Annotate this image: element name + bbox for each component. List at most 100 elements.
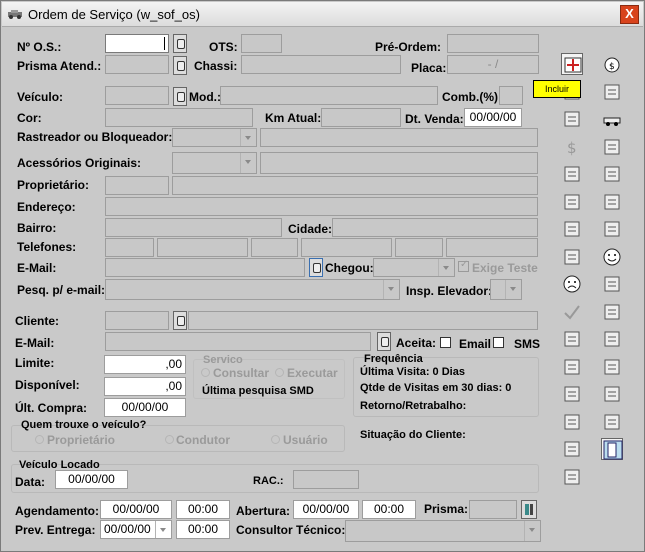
printed-doc-icon[interactable] xyxy=(601,328,623,350)
copy-pages-icon[interactable] xyxy=(601,81,623,103)
telefone-1[interactable] xyxy=(105,238,154,257)
prev-entrega-time[interactable]: 00:00 xyxy=(176,520,230,539)
nos-input[interactable] xyxy=(105,34,169,53)
data-locado-input[interactable]: 00/00/00 xyxy=(55,470,128,489)
email-opt-label: Email xyxy=(459,337,492,351)
factory-icon[interactable] xyxy=(561,218,583,240)
cidade-input[interactable] xyxy=(332,218,538,237)
document-search-icon[interactable] xyxy=(561,108,583,130)
sad-face-icon[interactable] xyxy=(561,273,583,295)
ult-compra-input[interactable]: 00/00/00 xyxy=(104,398,186,417)
proprietario-code[interactable] xyxy=(105,176,169,195)
dt-venda-input[interactable]: 00/00/00 xyxy=(464,108,522,127)
cliente-code[interactable] xyxy=(105,311,169,330)
proprietario-name[interactable] xyxy=(172,176,538,195)
rastreador-label: Rastreador ou Bloqueador: xyxy=(17,130,173,144)
abertura-time[interactable]: 00:00 xyxy=(362,500,416,519)
veiculo-search-button[interactable] xyxy=(173,87,187,106)
veiculo-input[interactable] xyxy=(105,86,169,105)
aceita-sms-checkbox[interactable] xyxy=(493,337,504,348)
printer-icon[interactable] xyxy=(561,356,583,378)
rastreador-select[interactable] xyxy=(172,128,257,147)
pre-ordem-input[interactable] xyxy=(447,34,539,53)
disponivel-input[interactable]: ,00 xyxy=(104,377,186,396)
agendamento-time[interactable]: 00:00 xyxy=(176,500,230,519)
usuario-radio[interactable] xyxy=(271,435,280,444)
insp-elevador-select[interactable] xyxy=(490,279,522,300)
consultar-radio[interactable] xyxy=(201,368,210,377)
email2-search-button[interactable] xyxy=(377,332,391,351)
condutor-radio[interactable] xyxy=(165,435,174,444)
cow-icon[interactable] xyxy=(561,383,583,405)
clipboard-icon[interactable] xyxy=(601,191,623,213)
telefone-6[interactable] xyxy=(446,238,538,257)
mechanic-icon[interactable] xyxy=(601,356,623,378)
car-icon[interactable] xyxy=(601,108,623,130)
window-title: Ordem de Serviço (w_sof_os) xyxy=(28,7,200,22)
pesq-email-select[interactable] xyxy=(105,279,400,300)
money-bag-icon[interactable]: $ xyxy=(601,53,623,75)
copy-icon[interactable] xyxy=(601,163,623,185)
chassi-input[interactable] xyxy=(241,55,401,74)
endereco-input[interactable] xyxy=(105,197,538,216)
user-icon[interactable] xyxy=(561,466,583,488)
tap-icon[interactable] xyxy=(601,273,623,295)
check-icon[interactable] xyxy=(561,301,583,323)
telefone-3[interactable] xyxy=(251,238,298,257)
close-button[interactable]: X xyxy=(620,5,639,24)
dollar-icon[interactable]: $ xyxy=(561,136,583,158)
consultor-select[interactable] xyxy=(345,520,541,542)
cliente-name[interactable] xyxy=(188,311,538,330)
exit-door-icon[interactable] xyxy=(601,438,623,460)
wheel-icon[interactable] xyxy=(601,218,623,240)
executar-radio[interactable] xyxy=(275,368,284,377)
aceita-email-checkbox[interactable] xyxy=(440,337,451,348)
tools-icon[interactable] xyxy=(601,136,623,158)
nos-search-button[interactable] xyxy=(173,34,187,53)
camera-icon[interactable] xyxy=(561,328,583,350)
telefone-2[interactable] xyxy=(157,238,248,257)
list-icon[interactable] xyxy=(561,246,583,268)
rac-input[interactable] xyxy=(293,470,359,489)
email2-input[interactable] xyxy=(105,332,371,351)
document-stack-icon[interactable] xyxy=(601,301,623,323)
refresh-icon-2[interactable] xyxy=(561,411,583,433)
abertura-date[interactable]: 00/00/00 xyxy=(293,500,359,519)
person-icon[interactable] xyxy=(601,383,623,405)
smile-icon[interactable] xyxy=(601,246,623,268)
mod-input[interactable] xyxy=(220,86,438,105)
prisma-icon[interactable] xyxy=(521,500,537,519)
phone-book-icon[interactable] xyxy=(561,191,583,213)
acessorios-desc[interactable] xyxy=(260,152,538,174)
telefone-4[interactable] xyxy=(301,238,392,257)
prisma-input[interactable] xyxy=(469,500,517,519)
agendamento-date[interactable]: 00/00/00 xyxy=(100,500,172,519)
limite-input[interactable]: ,00 xyxy=(104,355,186,374)
data-label: Data: xyxy=(15,475,46,489)
proprietario-radio[interactable] xyxy=(35,435,44,444)
qtde-visitas-label: Qtde de Visitas em 30 dias: 0 xyxy=(360,382,512,394)
placa-input[interactable]: - / xyxy=(447,55,539,74)
cor-input[interactable] xyxy=(105,108,253,127)
rastreador-desc[interactable] xyxy=(260,128,538,147)
chegou-select[interactable] xyxy=(373,258,455,277)
cliente-search-button[interactable] xyxy=(173,311,187,330)
email-input[interactable] xyxy=(105,258,305,277)
email-search-button[interactable] xyxy=(309,258,323,277)
truck-icon[interactable] xyxy=(601,411,623,433)
prev-entrega-date[interactable]: 00/00/00 xyxy=(100,520,172,539)
prisma-atend-input[interactable] xyxy=(105,55,169,74)
document-flow-icon[interactable] xyxy=(561,163,583,185)
km-atual-input[interactable] xyxy=(321,108,401,127)
acessorios-select[interactable] xyxy=(172,152,257,174)
telefone-5[interactable] xyxy=(395,238,443,257)
bairro-input[interactable] xyxy=(105,218,282,237)
prisma-search-button[interactable] xyxy=(173,56,187,75)
incluir-icon[interactable] xyxy=(561,53,583,75)
tools-icon-2[interactable] xyxy=(561,438,583,460)
usuario-opt-label: Usuário xyxy=(283,433,328,447)
title-bar: Ordem de Serviço (w_sof_os) X xyxy=(2,2,643,27)
ots-input[interactable] xyxy=(241,34,282,53)
exige-teste-checkbox[interactable]: ✓ xyxy=(458,259,469,272)
comb-input[interactable] xyxy=(499,86,523,105)
